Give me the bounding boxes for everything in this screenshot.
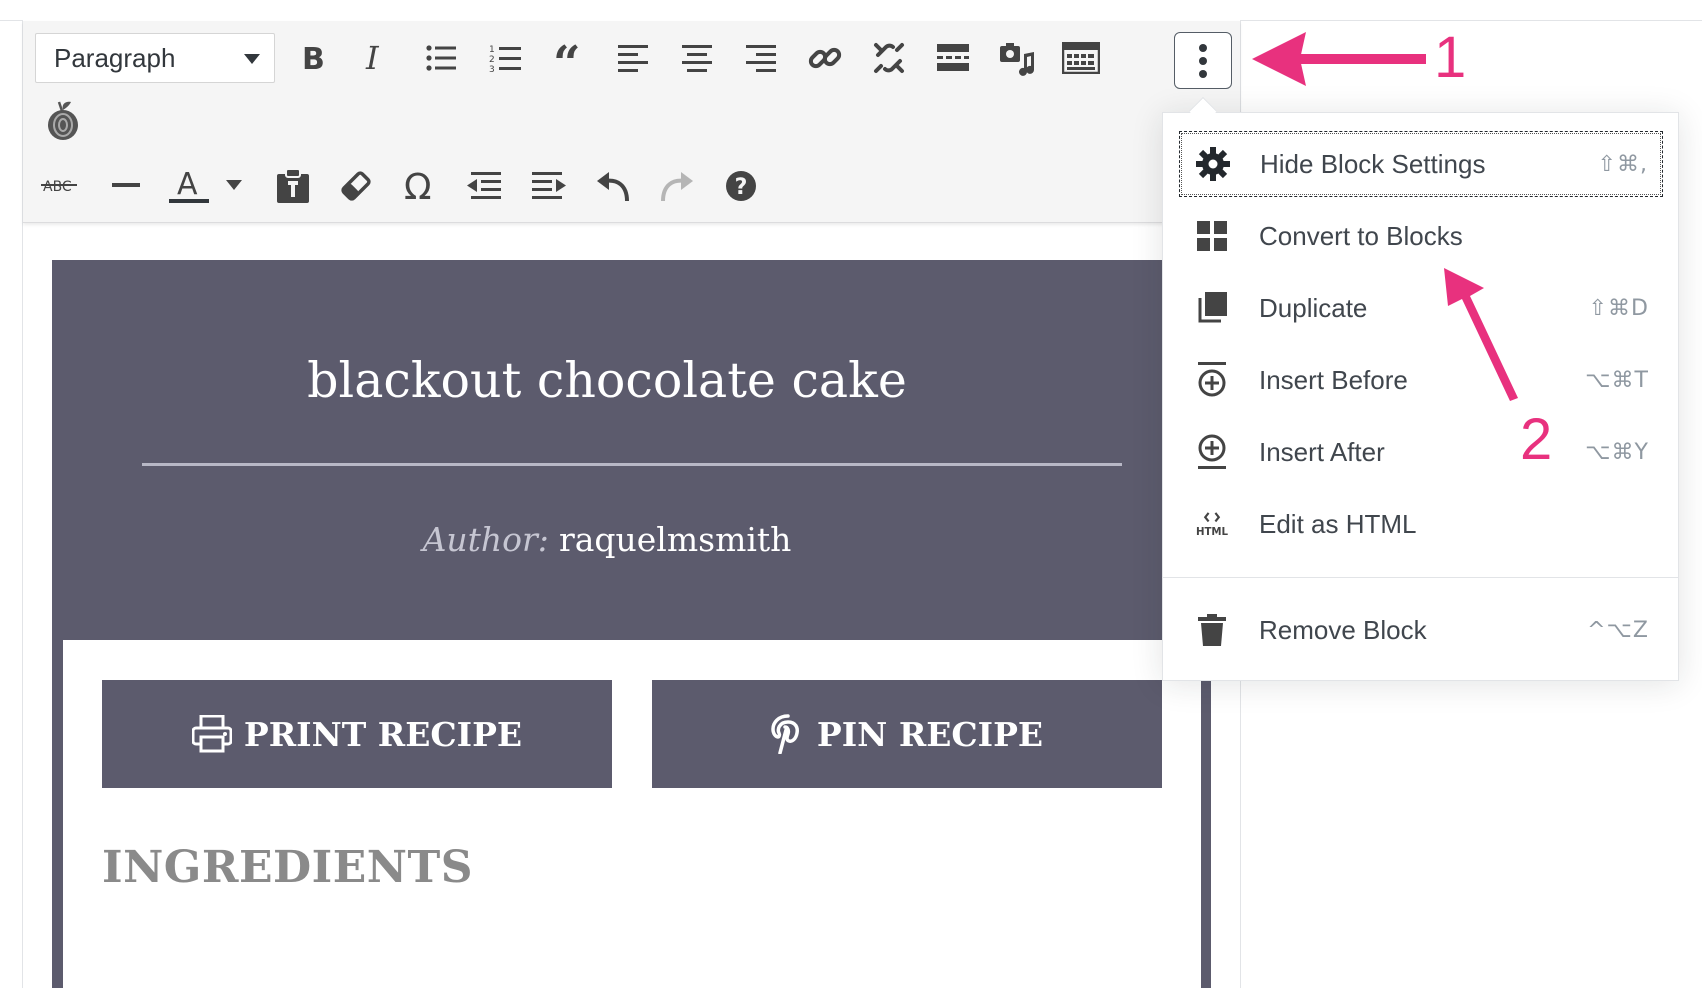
align-center-icon[interactable]	[674, 35, 720, 81]
menu-item-shortcut: ⇧⌘,	[1597, 151, 1648, 177]
svg-text:2: 2	[489, 55, 495, 65]
menu-item-label: Edit as HTML	[1259, 508, 1417, 539]
svg-text:B: B	[302, 43, 325, 73]
format-select[interactable]: Paragraph	[35, 33, 275, 83]
menu-item-hide-block-settings[interactable]: Hide Block Settings ⇧⌘,	[1179, 131, 1663, 197]
menu-item-label: Duplicate	[1259, 292, 1368, 323]
menu-item-label: Insert After	[1259, 436, 1385, 467]
menu-item-insert-after[interactable]: Insert After ⌥⌘Y	[1179, 419, 1663, 485]
svg-text:A: A	[177, 167, 198, 202]
undo-icon[interactable]	[590, 163, 636, 209]
recipe-header	[52, 260, 1162, 640]
svg-text:3: 3	[489, 65, 495, 73]
printer-icon	[191, 715, 232, 753]
horizontal-line-icon[interactable]	[103, 163, 149, 209]
duplicate-icon	[1195, 291, 1229, 325]
menu-item-insert-before[interactable]: Insert Before ⌥⌘T	[1179, 347, 1663, 413]
more-options-button[interactable]	[1174, 32, 1232, 89]
menu-item-shortcut: ⌥⌘Y	[1585, 439, 1649, 465]
annotation-number-1: 1	[1434, 25, 1467, 90]
svg-text:“: “	[553, 44, 581, 72]
format-select-value: Paragraph	[54, 42, 176, 73]
print-recipe-button[interactable]: PRINT RECIPE	[102, 680, 612, 788]
menu-item-shortcut: ^⌥Z	[1587, 617, 1649, 643]
clear-formatting-icon[interactable]	[333, 163, 379, 209]
annotation-arrow-1	[1252, 32, 1426, 86]
outdent-icon[interactable]	[461, 163, 507, 209]
menu-item-shortcut: ⌥⌘T	[1585, 367, 1649, 393]
strikethrough-icon[interactable]: ABC	[38, 163, 84, 209]
recipe-plugin-icon[interactable]	[40, 97, 86, 143]
toolbar-toggle-icon[interactable]	[1058, 35, 1104, 81]
recipe-author: Author: raquelmsmith	[52, 520, 1162, 559]
blocks-grid-icon	[1195, 219, 1229, 253]
menu-separator	[1163, 577, 1678, 578]
media-icon[interactable]	[994, 35, 1040, 81]
insert-after-icon	[1195, 434, 1229, 469]
redo-icon[interactable]	[654, 163, 700, 209]
gear-icon	[1196, 147, 1230, 181]
menu-item-duplicate[interactable]: Duplicate ⇧⌘D	[1179, 275, 1663, 341]
recipe-divider	[142, 463, 1122, 466]
unlink-icon[interactable]	[866, 35, 912, 81]
svg-text:Ω: Ω	[404, 169, 432, 203]
paste-text-icon[interactable]	[270, 163, 316, 209]
menu-item-edit-as-html[interactable]: HTML Edit as HTML	[1179, 491, 1663, 557]
link-icon[interactable]	[802, 35, 848, 81]
blockquote-icon[interactable]: “	[546, 35, 592, 81]
chevron-down-icon	[244, 54, 260, 64]
indent-icon[interactable]	[526, 163, 572, 209]
pinterest-icon	[771, 714, 799, 754]
menu-item-label: Convert to Blocks	[1259, 220, 1463, 251]
print-recipe-label: PRINT RECIPE	[243, 714, 523, 754]
read-more-icon[interactable]	[930, 35, 976, 81]
bold-icon[interactable]: B	[290, 35, 336, 81]
svg-text:?: ?	[735, 175, 748, 200]
text-color-icon[interactable]: A	[167, 163, 211, 209]
annotation-number-2: 2	[1520, 407, 1553, 472]
svg-text:I: I	[365, 43, 380, 73]
menu-item-convert-to-blocks[interactable]: Convert to Blocks	[1179, 203, 1663, 269]
menu-item-shortcut: ⇧⌘D	[1588, 295, 1649, 321]
pin-recipe-label: PIN RECIPE	[816, 714, 1044, 754]
card-border-right	[1201, 640, 1211, 988]
bullet-list-icon[interactable]	[418, 35, 464, 81]
ingredients-heading: INGREDIENTS	[102, 842, 473, 893]
author-label: Author:	[422, 520, 549, 559]
more-options-icon	[1199, 43, 1207, 78]
menu-item-label: Insert Before	[1259, 364, 1408, 395]
editor-screen: Paragraph B I 123 “ ABC A Ω ? blackout c…	[0, 0, 1702, 988]
menu-item-remove-block[interactable]: Remove Block ^⌥Z	[1179, 597, 1663, 663]
help-icon[interactable]: ?	[718, 163, 764, 209]
svg-text:HTML: HTML	[1196, 527, 1229, 538]
menu-item-label: Remove Block	[1259, 614, 1427, 645]
numbered-list-icon[interactable]: 123	[482, 35, 528, 81]
recipe-title: blackout chocolate cake	[307, 352, 907, 409]
block-settings-menu: Hide Block Settings ⇧⌘, Convert to Block…	[1162, 112, 1679, 681]
pin-recipe-button[interactable]: PIN RECIPE	[652, 680, 1162, 788]
card-border-left	[52, 640, 63, 988]
special-character-icon[interactable]: Ω	[397, 163, 443, 209]
author-name: raquelmsmith	[558, 520, 792, 559]
menu-item-label: Hide Block Settings	[1260, 148, 1486, 179]
html-icon: HTML	[1195, 507, 1229, 541]
svg-text:1: 1	[489, 45, 495, 55]
align-left-icon[interactable]	[610, 35, 656, 81]
align-right-icon[interactable]	[738, 35, 784, 81]
svg-text:ABC: ABC	[43, 179, 72, 195]
insert-before-icon	[1195, 362, 1229, 397]
trash-icon	[1195, 613, 1229, 647]
annotation-arrow-2	[1444, 268, 1518, 401]
text-color-dropdown-icon[interactable]	[222, 170, 246, 200]
italic-icon[interactable]: I	[353, 35, 399, 81]
